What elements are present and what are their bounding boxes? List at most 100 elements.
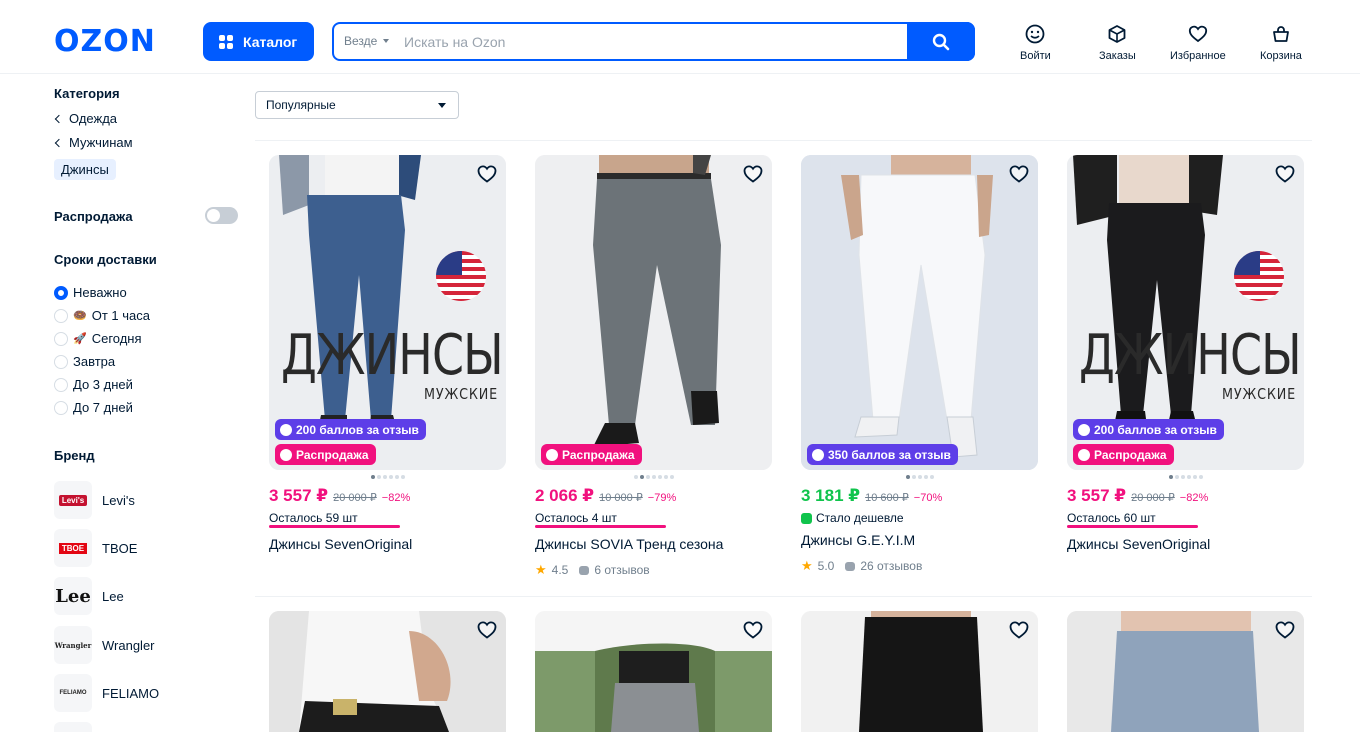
- product-image[interactable]: Распродажа: [535, 155, 772, 470]
- cart-action[interactable]: Корзина: [1260, 24, 1302, 62]
- rating-value: 5.0: [817, 559, 835, 573]
- brand-item-tboe[interactable]: TBOE TBOE: [54, 529, 137, 567]
- rating-value: 4.5: [551, 563, 569, 577]
- rating-row: ★ 4.5 6 отзывов: [535, 562, 650, 578]
- sale-toggle[interactable]: [205, 207, 238, 224]
- product-title[interactable]: Джинсы SevenOriginal: [1067, 536, 1210, 552]
- price-row: 3 557 ₽ 20 000 ₽ −82%: [269, 486, 410, 506]
- orders-action[interactable]: Заказы: [1099, 24, 1136, 62]
- image-pagination-dots: [269, 475, 506, 479]
- delivery-option-3-days[interactable]: До 3 дней: [54, 377, 133, 392]
- favorite-heart-icon[interactable]: [1008, 163, 1030, 185]
- stock-left: Осталось 60 шт: [1067, 511, 1156, 525]
- image-pagination-dots: [1067, 475, 1304, 479]
- product-photo: [801, 155, 1038, 470]
- stock-progress-bar: [1067, 525, 1198, 528]
- brand-name: Lee: [102, 588, 124, 604]
- ozon-logo[interactable]: OZON: [54, 24, 156, 59]
- brand-item-lee[interactable]: Lee Lee: [54, 577, 124, 615]
- radio-icon: [54, 377, 68, 392]
- rating-row: ★ 5.0 26 отзывов: [801, 558, 922, 574]
- old-price: 10 000 ₽: [599, 492, 643, 504]
- price-row: 3 181 ₽ 10 600 ₽ −70%: [801, 486, 942, 506]
- product-title[interactable]: Джинсы SevenOriginal: [269, 536, 412, 552]
- discount: −79%: [647, 492, 677, 504]
- category-link-clothing[interactable]: Одежда: [54, 111, 118, 126]
- image-subcaption: МУЖСКИЕ: [1221, 385, 1296, 403]
- sort-label: Популярные: [266, 98, 336, 112]
- feliamo-logo: FELIAMO: [54, 674, 92, 712]
- brand-item-feliamo[interactable]: FELIAMO FELIAMO: [54, 674, 159, 712]
- comment-icon: [845, 561, 856, 571]
- delivery-option-tomorrow[interactable]: Завтра: [54, 354, 115, 369]
- product-title[interactable]: Джинсы G.E.Y.I.M: [801, 532, 915, 548]
- product-image[interactable]: [801, 611, 1038, 732]
- delivery-option-label: От 1 часа: [91, 308, 150, 323]
- points-badge: 350 баллов за отзыв: [807, 444, 958, 465]
- login-action[interactable]: Войти: [1020, 24, 1051, 62]
- brand-item-more[interactable]: [54, 722, 92, 732]
- divider: [255, 596, 1312, 597]
- search-input[interactable]: [404, 30, 904, 54]
- divider: [255, 140, 1312, 141]
- fire-icon: [280, 448, 292, 461]
- brand-logo: [54, 722, 92, 732]
- price-row: 2 066 ₽ 10 000 ₽ −79%: [535, 486, 676, 506]
- brand-name: Wrangler: [102, 637, 155, 653]
- product-image[interactable]: [269, 611, 506, 732]
- brand-item-wrangler[interactable]: Wrangler Wrangler: [54, 626, 155, 664]
- delivery-option-today[interactable]: 🚀 Сегодня: [54, 331, 142, 346]
- tboe-logo: TBOE: [54, 529, 92, 567]
- search-scope-dropdown[interactable]: Везде: [344, 34, 390, 48]
- favorite-heart-icon[interactable]: [1008, 619, 1030, 641]
- product-image[interactable]: [535, 611, 772, 732]
- radio-icon: [54, 331, 68, 346]
- price-row: 3 557 ₽ 20 000 ₽ −82%: [1067, 486, 1208, 506]
- usa-flag-emblem: [1234, 251, 1284, 301]
- delivery-option-any[interactable]: Неважно: [54, 285, 127, 300]
- orders-label: Заказы: [1099, 50, 1136, 62]
- favorite-heart-icon[interactable]: [1274, 619, 1296, 641]
- smile-icon: [1025, 24, 1045, 44]
- stock-progress-bar: [269, 525, 400, 528]
- brand-title: Бренд: [54, 448, 95, 463]
- category-active-jeans[interactable]: Джинсы: [54, 159, 116, 180]
- comment-icon: [579, 565, 590, 575]
- star-icon: ★: [801, 558, 813, 573]
- delivery-option-1-hour[interactable]: 🍩 От 1 часа: [54, 308, 150, 323]
- product-image[interactable]: ДЖИНСЫ МУЖСКИЕ 200 баллов за отзыв Распр…: [1067, 155, 1304, 470]
- coin-icon: [812, 448, 824, 461]
- product-image[interactable]: [1067, 611, 1304, 732]
- delivery-option-7-days[interactable]: До 7 дней: [54, 400, 133, 415]
- product-photo: [535, 155, 772, 470]
- stock-left: Осталось 59 шт: [269, 511, 358, 525]
- product-image[interactable]: 350 баллов за отзыв: [801, 155, 1038, 470]
- brand-name: Levi's: [102, 492, 135, 508]
- favorite-heart-icon[interactable]: [742, 163, 764, 185]
- discount: −82%: [1179, 492, 1209, 504]
- favorite-heart-icon[interactable]: [476, 619, 498, 641]
- star-icon: ★: [535, 562, 547, 577]
- box-icon: [1108, 25, 1126, 43]
- product-photo: [1067, 611, 1304, 732]
- product-image[interactable]: ДЖИНСЫ МУЖСКИЕ 200 баллов за отзыв Распр…: [269, 155, 506, 470]
- category-link-label: Одежда: [69, 111, 118, 126]
- sort-dropdown[interactable]: Популярные: [255, 91, 459, 119]
- product-photo: [801, 611, 1038, 732]
- donut-icon: 🍩: [73, 310, 87, 322]
- catalog-button[interactable]: Каталог: [203, 22, 314, 61]
- favorites-action[interactable]: Избранное: [1170, 24, 1226, 62]
- favorite-heart-icon[interactable]: [742, 619, 764, 641]
- image-pagination-dots: [801, 475, 1038, 479]
- category-link-men[interactable]: Мужчинам: [54, 135, 133, 150]
- image-caption: ДЖИНСЫ: [1079, 323, 1302, 388]
- price-drop-note: Стало дешевле: [801, 511, 904, 525]
- levis-logo: Levi's: [54, 481, 92, 519]
- favorite-heart-icon[interactable]: [476, 163, 498, 185]
- search-button[interactable]: [907, 22, 975, 61]
- points-badge: 200 баллов за отзыв: [1073, 419, 1224, 440]
- product-title[interactable]: Джинсы SOVIA Тренд сезона: [535, 536, 723, 552]
- brand-item-levis[interactable]: Levi's Levi's: [54, 481, 135, 519]
- favorite-heart-icon[interactable]: [1274, 163, 1296, 185]
- chevron-left-icon: [54, 138, 64, 147]
